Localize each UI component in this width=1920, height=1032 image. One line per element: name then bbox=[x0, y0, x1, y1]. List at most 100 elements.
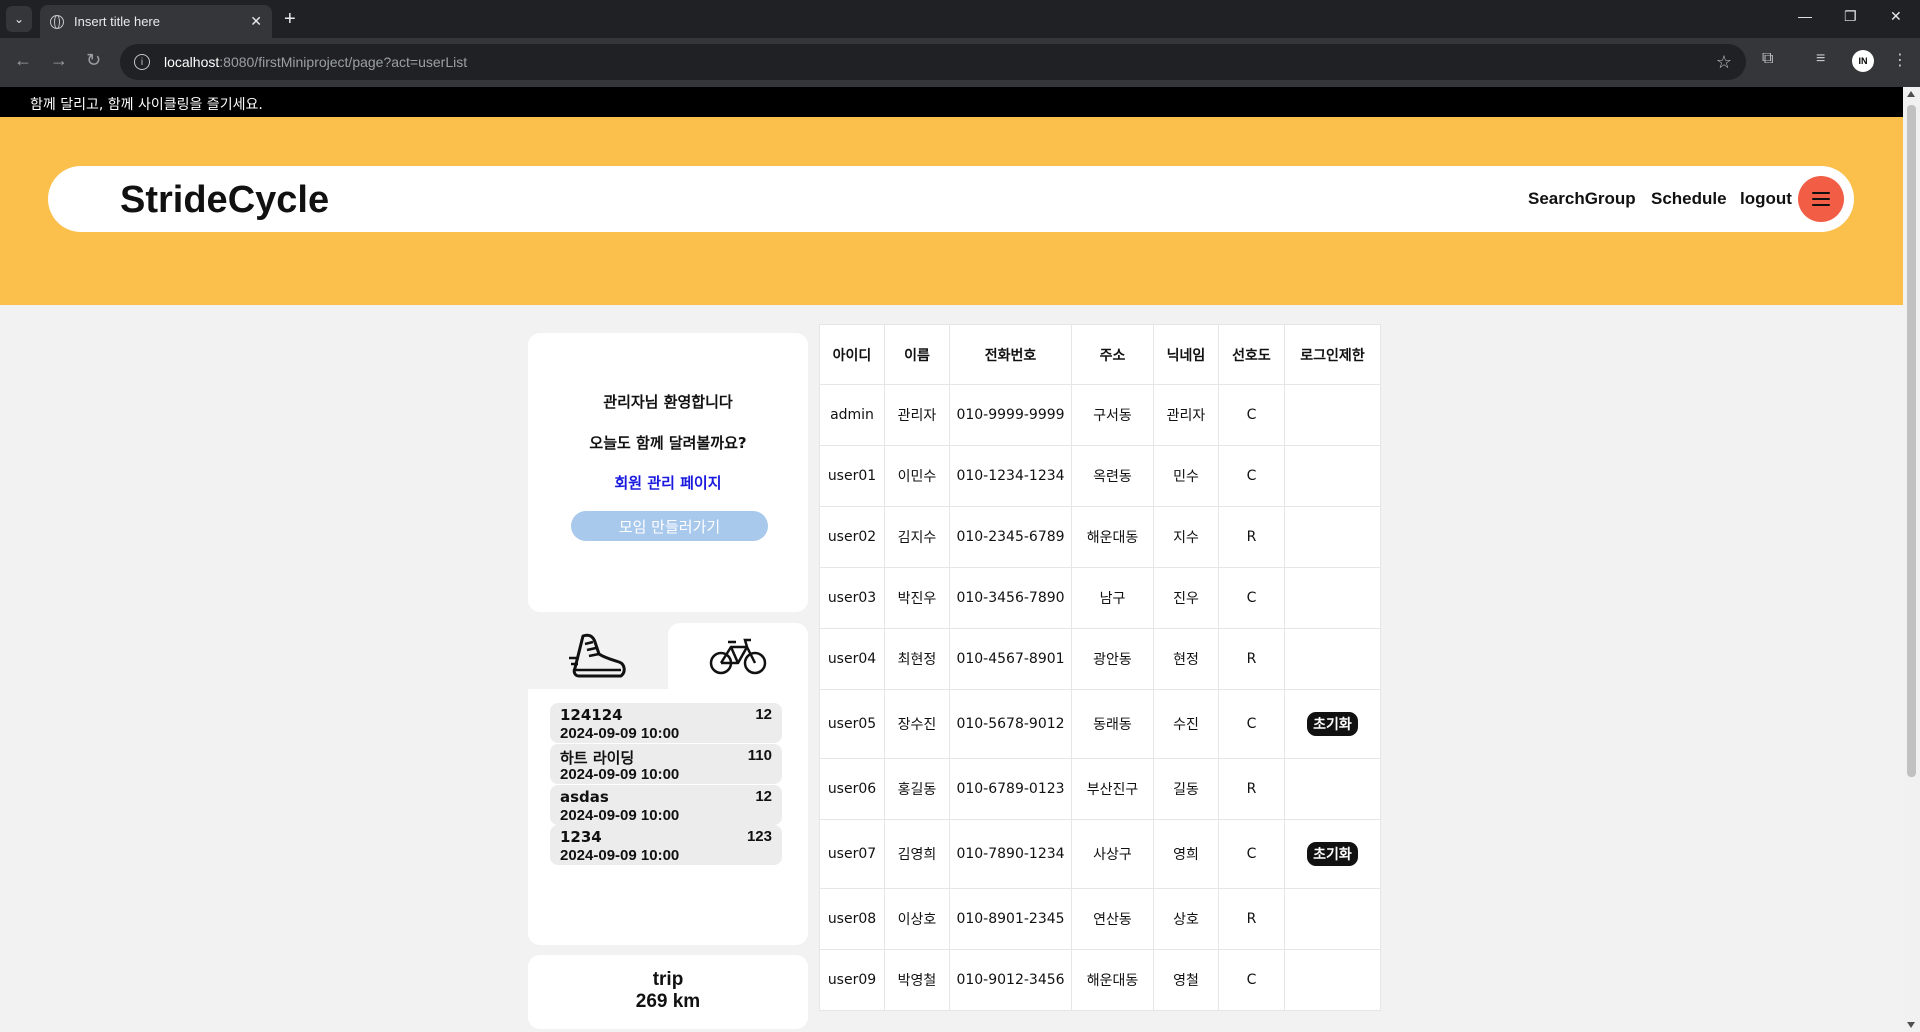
profile-avatar[interactable]: IN bbox=[1852, 50, 1874, 72]
bicycle-icon bbox=[709, 638, 767, 675]
event-name: 124124 bbox=[560, 706, 623, 724]
event-participant-count: 110 bbox=[747, 747, 772, 764]
site-logo[interactable]: StrideCycle bbox=[120, 179, 329, 222]
cell-login-restriction bbox=[1284, 567, 1381, 629]
table-row: user07 김영희 010-7890-1234 사상구 영희 C 초기화 bbox=[819, 819, 1381, 889]
cell-pref: C bbox=[1218, 384, 1285, 446]
tab-search-button[interactable]: ⌄ bbox=[6, 6, 32, 32]
trip-summary: trip 269 km bbox=[528, 955, 808, 1029]
reload-icon[interactable]: ↻ bbox=[86, 50, 101, 71]
cell-phone: 010-9999-9999 bbox=[949, 384, 1072, 446]
cell-name: 김영희 bbox=[884, 819, 950, 889]
event-item[interactable]: 124124 12 2024-09-09 10:00 bbox=[550, 703, 782, 743]
window-close-icon[interactable]: ✕ bbox=[1890, 8, 1902, 25]
cell-login-restriction bbox=[1284, 888, 1381, 950]
minimize-icon[interactable]: — bbox=[1798, 8, 1812, 24]
event-item[interactable]: 하트 라이딩 110 2024-09-09 10:00 bbox=[550, 744, 782, 784]
tab-cycling[interactable] bbox=[668, 623, 808, 691]
cell-login-restriction bbox=[1284, 445, 1381, 507]
cell-address: 동래동 bbox=[1071, 689, 1154, 759]
event-list-panel: 124124 12 2024-09-09 10:00 하트 라이딩 110 2024-09… bbox=[528, 689, 808, 945]
cell-login-restriction bbox=[1284, 758, 1381, 820]
address-bar[interactable]: i localhost:8080/firstMiniproject/page?a… bbox=[120, 44, 1746, 80]
cell-nickname: 지수 bbox=[1153, 506, 1219, 568]
tab-running[interactable] bbox=[528, 623, 668, 691]
cell-id: user07 bbox=[819, 819, 885, 889]
cell-id: user01 bbox=[819, 445, 885, 507]
cell-id: user08 bbox=[819, 888, 885, 950]
nav-logout[interactable]: logout bbox=[1740, 189, 1792, 209]
tab-title: Insert title here bbox=[74, 14, 160, 29]
cell-nickname: 관리자 bbox=[1153, 384, 1219, 446]
scroll-up-icon[interactable] bbox=[1907, 91, 1915, 97]
cell-name: 박영철 bbox=[884, 949, 950, 1011]
nav-schedule[interactable]: Schedule bbox=[1651, 189, 1727, 209]
cell-pref: R bbox=[1218, 628, 1285, 690]
cell-login-restriction bbox=[1284, 949, 1381, 1011]
cell-nickname: 수진 bbox=[1153, 689, 1219, 759]
back-icon[interactable]: ← bbox=[14, 50, 32, 71]
trip-distance: 269 km bbox=[635, 991, 701, 1012]
bookmark-star-icon[interactable]: ☆ bbox=[1716, 52, 1732, 73]
new-tab-button[interactable]: + bbox=[284, 8, 296, 31]
cell-nickname: 영철 bbox=[1153, 949, 1219, 1011]
cell-name: 장수진 bbox=[884, 689, 950, 759]
cell-pref: C bbox=[1218, 567, 1285, 629]
scroll-down-icon[interactable] bbox=[1907, 1022, 1915, 1028]
cell-login-restriction: 초기화 bbox=[1284, 819, 1381, 889]
cell-login-restriction: 초기화 bbox=[1284, 689, 1381, 759]
reset-login-button[interactable]: 초기화 bbox=[1307, 842, 1358, 866]
cell-pref: R bbox=[1218, 758, 1285, 820]
cell-name: 최현정 bbox=[884, 628, 950, 690]
cell-pref: C bbox=[1218, 949, 1285, 1011]
forward-icon[interactable]: → bbox=[50, 50, 68, 71]
scrollbar-thumb[interactable] bbox=[1907, 105, 1916, 777]
cell-login-restriction bbox=[1284, 506, 1381, 568]
welcome-greeting: 관리자님 환영합니다 bbox=[603, 393, 733, 411]
cell-address: 해운대동 bbox=[1071, 949, 1154, 1011]
column-header: 전화번호 bbox=[949, 324, 1072, 385]
cell-id: user04 bbox=[819, 628, 885, 690]
event-item[interactable]: asdas 12 2024-09-09 10:00 bbox=[550, 785, 782, 825]
cell-phone: 010-6789-0123 bbox=[949, 758, 1072, 820]
tagline-bar: 함께 달리고, 함께 사이클링을 즐기세요. bbox=[0, 87, 1903, 117]
url-path: :8080/firstMiniproject/page?act=userList bbox=[219, 54, 468, 70]
cell-nickname: 상호 bbox=[1153, 888, 1219, 950]
page-scrollbar[interactable] bbox=[1903, 87, 1920, 1032]
admin-page-link[interactable]: 회원 관리 페이지 bbox=[528, 472, 808, 493]
event-item[interactable]: 1234 123 2024-09-09 10:00 bbox=[550, 825, 782, 865]
column-header: 이름 bbox=[884, 324, 950, 385]
table-row: user01 이민수 010-1234-1234 옥련동 민수 C bbox=[819, 445, 1381, 507]
media-control-icon[interactable]: ≡ bbox=[1816, 50, 1825, 68]
cell-nickname: 현정 bbox=[1153, 628, 1219, 690]
column-header: 주소 bbox=[1071, 324, 1154, 385]
cell-phone: 010-5678-9012 bbox=[949, 689, 1072, 759]
cell-address: 사상구 bbox=[1071, 819, 1154, 889]
nav-search-group[interactable]: SearchGroup bbox=[1528, 189, 1636, 209]
site-navbar: StrideCycle SearchGroup Schedule logout bbox=[48, 166, 1854, 232]
hamburger-menu-icon[interactable] bbox=[1798, 176, 1844, 222]
browser-menu-icon[interactable]: ⋮ bbox=[1892, 50, 1908, 70]
cell-id: user05 bbox=[819, 689, 885, 759]
create-group-button[interactable]: 모임 만들러가기 bbox=[571, 511, 768, 541]
cell-phone: 010-7890-1234 bbox=[949, 819, 1072, 889]
reset-login-button[interactable]: 초기화 bbox=[1307, 712, 1358, 736]
site-info-icon[interactable]: i bbox=[134, 54, 150, 70]
cell-login-restriction bbox=[1284, 384, 1381, 446]
cell-address: 구서동 bbox=[1071, 384, 1154, 446]
browser-tab[interactable]: Insert title here ✕ bbox=[40, 5, 272, 38]
table-row: user04 최현정 010-4567-8901 광안동 현정 R bbox=[819, 628, 1381, 690]
browser-tab-strip: ⌄ Insert title here ✕ + — ❐ ✕ bbox=[0, 0, 1920, 38]
column-header: 로그인제한 bbox=[1284, 324, 1381, 385]
cell-phone: 010-8901-2345 bbox=[949, 888, 1072, 950]
cell-name: 김지수 bbox=[884, 506, 950, 568]
trip-label: trip bbox=[652, 969, 684, 990]
close-tab-icon[interactable]: ✕ bbox=[250, 13, 262, 30]
cell-phone: 010-1234-1234 bbox=[949, 445, 1072, 507]
extensions-icon[interactable]: ⧉ bbox=[1762, 50, 1773, 68]
cell-id: admin bbox=[819, 384, 885, 446]
table-header-row: 아이디 이름 전화번호 주소 닉네임 선호도 로그인제한 bbox=[819, 324, 1381, 385]
cell-name: 홍길동 bbox=[884, 758, 950, 820]
cell-name: 이민수 bbox=[884, 445, 950, 507]
restore-icon[interactable]: ❐ bbox=[1844, 8, 1857, 25]
